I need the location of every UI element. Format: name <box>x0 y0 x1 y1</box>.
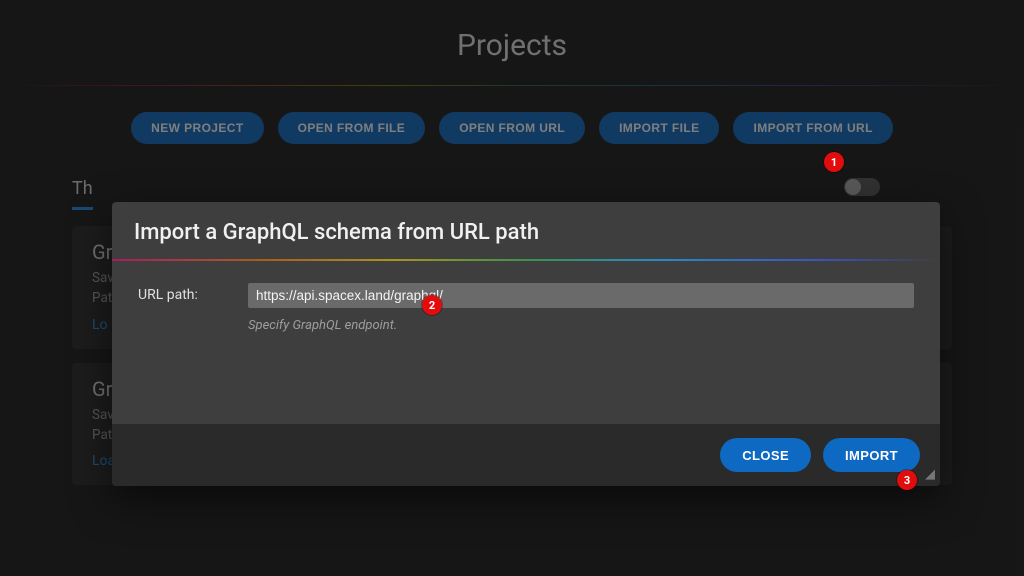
modal-title: Import a GraphQL schema from URL path <box>112 202 940 259</box>
import-button[interactable]: IMPORT <box>823 438 920 472</box>
url-path-label: URL path: <box>138 283 226 333</box>
import-url-modal: Import a GraphQL schema from URL path UR… <box>112 202 940 486</box>
callout-badge-2: 2 <box>422 295 442 315</box>
url-path-help: Specify GraphQL endpoint. <box>248 318 914 333</box>
url-path-input[interactable] <box>248 283 914 308</box>
callout-badge-1: 1 <box>824 152 844 172</box>
resize-grip-icon: ◢ <box>925 471 937 483</box>
callout-badge-3: 3 <box>897 470 917 490</box>
modal-footer: CLOSE IMPORT ◢ <box>112 424 940 486</box>
close-button[interactable]: CLOSE <box>720 438 811 472</box>
